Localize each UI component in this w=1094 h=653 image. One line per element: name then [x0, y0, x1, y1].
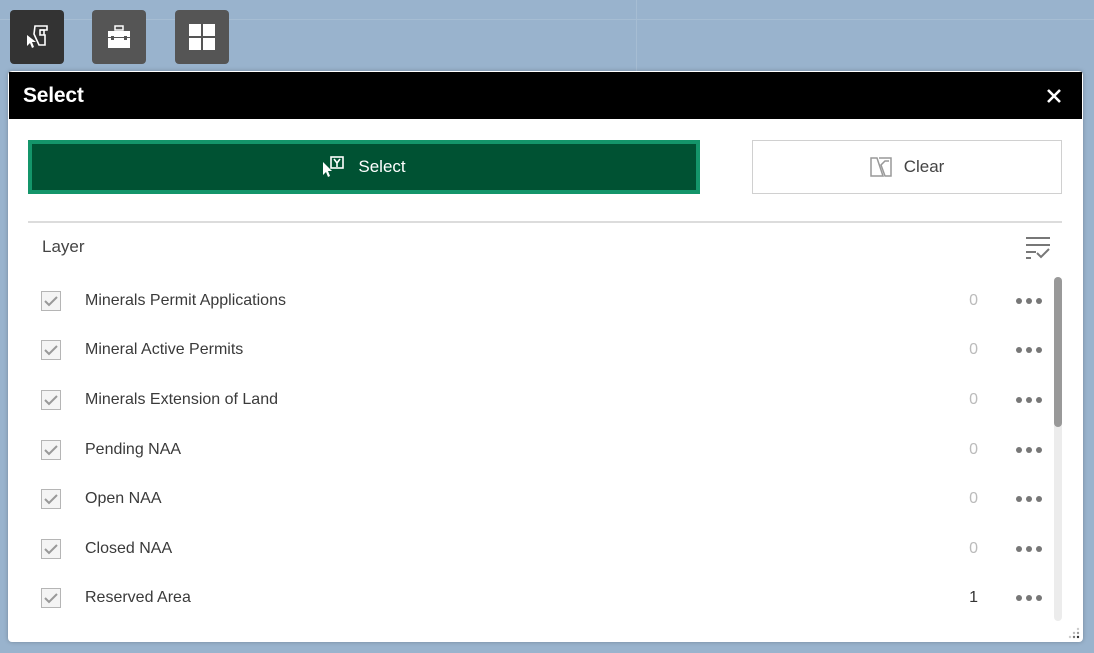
- selected-count: 0: [969, 341, 978, 359]
- more-dots-icon[interactable]: [1016, 542, 1042, 556]
- layer-name: Pending NAA: [85, 440, 182, 458]
- layer-checkbox[interactable]: [41, 340, 61, 361]
- more-dots-icon[interactable]: [1016, 591, 1042, 605]
- select-button-label: Select: [358, 157, 406, 176]
- clear-button[interactable]: Clear: [752, 140, 1062, 194]
- clear-button-label: Clear: [903, 157, 945, 176]
- divider: [28, 221, 1062, 223]
- selected-count: 1: [969, 589, 978, 607]
- check-icon: [44, 494, 58, 505]
- select-button[interactable]: Select: [28, 140, 700, 194]
- resize-grip-icon[interactable]: [1068, 627, 1080, 639]
- select-cursor-icon: [27, 25, 48, 48]
- layer-checkbox[interactable]: [41, 588, 61, 609]
- select-cursor-icon: [323, 156, 345, 177]
- layer-checkbox[interactable]: [41, 489, 61, 510]
- selected-count: 0: [969, 390, 978, 408]
- close-icon: [1047, 88, 1061, 103]
- layer-row: Reserved Area 1: [28, 574, 1048, 624]
- filter-options-button[interactable]: [1024, 235, 1052, 261]
- layer-checkbox[interactable]: [41, 538, 61, 559]
- clear-selection-icon: [869, 157, 892, 177]
- layer-name: Mineral Active Permits: [85, 341, 244, 359]
- select-panel: Select Select Clear Layer Minerals Permi…: [8, 71, 1083, 642]
- check-icon: [44, 444, 58, 455]
- toolbox-button[interactable]: [92, 10, 146, 64]
- layer-name: Open NAA: [85, 490, 162, 508]
- grid-icon: [189, 24, 215, 50]
- more-dots-icon[interactable]: [1016, 492, 1042, 506]
- check-icon: [44, 345, 58, 356]
- layer-name: Minerals Permit Applications: [85, 291, 286, 309]
- scrollbar-thumb[interactable]: [1054, 277, 1062, 427]
- layer-checkbox[interactable]: [41, 290, 61, 311]
- layer-checkbox[interactable]: [41, 439, 61, 460]
- layer-list: Minerals Permit Applications 0 Mineral A…: [28, 276, 1048, 623]
- map-gridline: [0, 19, 1094, 20]
- layer-column-header: Layer: [42, 237, 85, 256]
- layer-name: Closed NAA: [85, 539, 173, 557]
- check-icon: [44, 544, 58, 555]
- check-icon: [44, 296, 58, 307]
- selected-count: 0: [969, 291, 978, 309]
- layer-row: Closed NAA 0: [28, 524, 1048, 574]
- check-icon: [44, 593, 58, 604]
- layer-row: Pending NAA 0: [28, 425, 1048, 475]
- close-button[interactable]: [1044, 86, 1064, 106]
- selected-count: 0: [969, 440, 978, 458]
- widgets-grid-button[interactable]: [175, 10, 229, 64]
- layer-name: Reserved Area: [85, 589, 191, 607]
- layer-checkbox[interactable]: [41, 389, 61, 410]
- layer-row: Mineral Active Permits 0: [28, 326, 1048, 376]
- more-dots-icon[interactable]: [1016, 393, 1042, 407]
- check-icon: [44, 395, 58, 406]
- panel-title: Select: [23, 83, 84, 107]
- more-dots-icon[interactable]: [1016, 294, 1042, 308]
- layer-name: Minerals Extension of Land: [85, 390, 278, 408]
- scrollbar[interactable]: [1054, 277, 1062, 621]
- toolbox-icon: [108, 25, 130, 48]
- layer-row: Minerals Extension of Land 0: [28, 375, 1048, 425]
- filter-check-icon: [1026, 237, 1050, 259]
- more-dots-icon[interactable]: [1016, 343, 1042, 357]
- select-tool-button[interactable]: [10, 10, 64, 64]
- panel-header: Select: [8, 71, 1083, 120]
- map-gridline: [636, 0, 637, 72]
- layer-row: Open NAA 0: [28, 474, 1048, 524]
- selected-count: 0: [969, 539, 978, 557]
- layer-row: Minerals Permit Applications 0: [28, 276, 1048, 326]
- selected-count: 0: [969, 490, 978, 508]
- more-dots-icon[interactable]: [1016, 443, 1042, 457]
